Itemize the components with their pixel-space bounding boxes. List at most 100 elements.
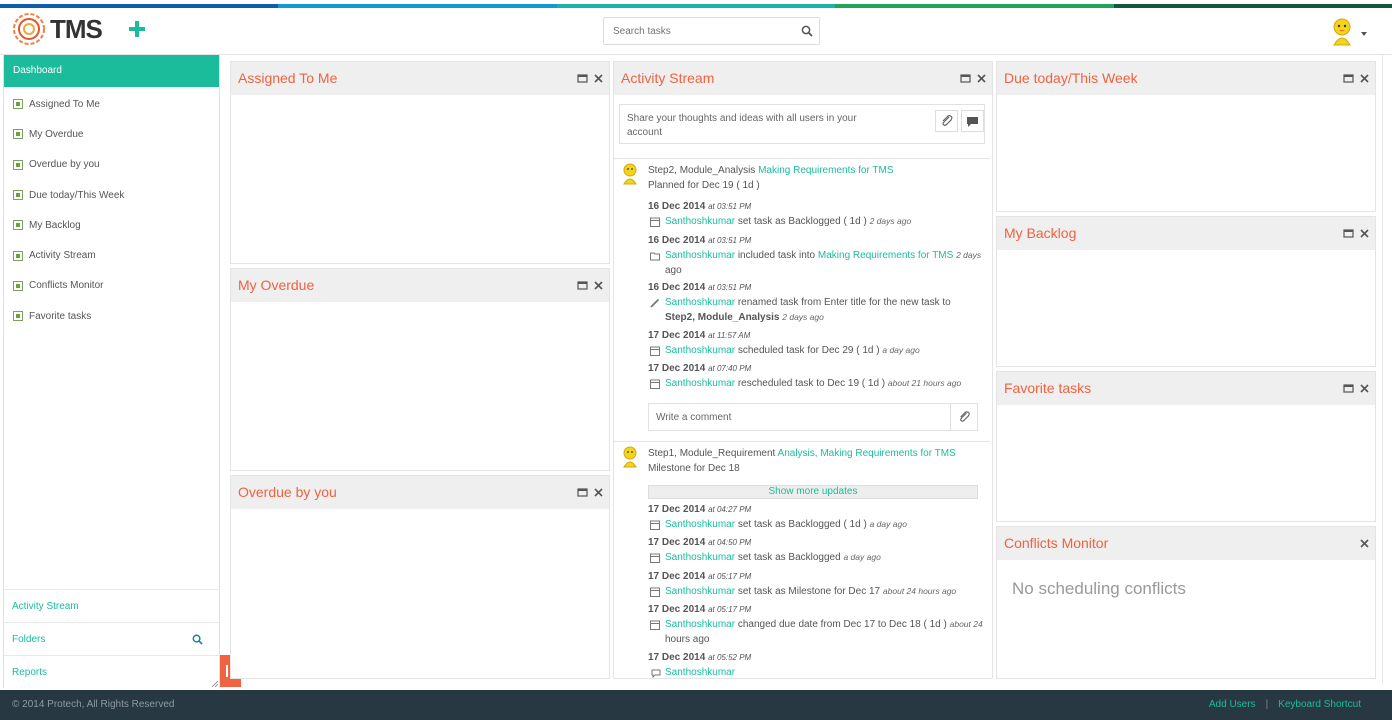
sidebar-item-activity-stream[interactable]: Activity Stream (4, 240, 219, 270)
entry-bold: Step2, Module_Analysis (665, 312, 780, 323)
calendar-icon (650, 217, 660, 227)
show-more-updates-button[interactable]: Show more updates (648, 485, 978, 499)
entry-date: 17 Dec 2014 at 05:17 PM (648, 604, 751, 615)
user-link[interactable]: Santhoshkumar (665, 586, 735, 597)
checkbox-icon[interactable] (13, 129, 23, 140)
keyboard-shortcut-link[interactable]: Keyboard Shortcut (1278, 699, 1361, 710)
project-link[interactable]: Analysis, (778, 448, 818, 459)
user-link[interactable]: Santhoshkumar (665, 519, 735, 530)
entry-line: Santhoshkumar set task as Backlogged ( 1… (665, 216, 911, 227)
panel-title: Assigned To Me (238, 70, 338, 86)
close-icon[interactable] (1359, 73, 1370, 84)
empty-state-text: No scheduling conflicts (1012, 579, 1186, 598)
checkbox-icon[interactable] (13, 190, 23, 201)
entry-line: Santhoshkumar renamed task from Enter ti… (665, 297, 951, 308)
sidebar-item-label: Due today/This Week (29, 189, 125, 201)
resize-handle-icon[interactable] (212, 681, 218, 687)
post-comment-button[interactable] (961, 110, 984, 132)
comment-input[interactable]: Write a comment (648, 403, 978, 431)
sidebar-item-label: Activity Stream (29, 250, 96, 262)
reports-link[interactable]: Reports (4, 655, 219, 688)
user-avatar[interactable] (1328, 17, 1356, 47)
add-task-icon[interactable] (128, 20, 146, 38)
entry-date: 17 Dec 2014 at 04:27 PM (648, 504, 751, 515)
entry-line: Santhoshkumar scheduled task for Dec 29 … (665, 345, 920, 356)
panel-due-today: Due today/This Week (996, 61, 1376, 212)
close-icon[interactable] (1359, 383, 1370, 394)
user-link[interactable]: Santhoshkumar (665, 297, 735, 308)
checkbox-icon[interactable] (13, 311, 23, 322)
folder-icon (650, 252, 660, 261)
project-link[interactable]: Making Requirements for TMS (818, 250, 953, 261)
share-input[interactable]: Share your thoughts and ideas with all u… (619, 104, 985, 144)
user-link[interactable]: Santhoshkumar (665, 250, 735, 261)
maximize-icon[interactable] (1343, 228, 1354, 239)
panel-assigned-to-me: Assigned To Me (230, 61, 610, 264)
user-link[interactable]: Santhoshkumar (665, 345, 735, 356)
sidebar-item-overdue-by-you[interactable]: Overdue by you (4, 150, 219, 180)
maximize-icon[interactable] (960, 73, 971, 84)
entry-date: 16 Dec 2014 at 03:51 PM (648, 201, 751, 212)
entry-when: a day ago (869, 519, 907, 529)
search-icon[interactable] (801, 25, 813, 37)
close-icon[interactable] (1359, 228, 1370, 239)
scrollbar[interactable] (1382, 55, 1388, 685)
panel-title: Favorite tasks (1004, 380, 1092, 396)
folders-link[interactable]: Folders (4, 622, 219, 655)
sidebar-item-my-overdue[interactable]: My Overdue (4, 119, 219, 149)
user-menu-caret-icon[interactable] (1361, 32, 1367, 36)
close-icon[interactable] (1359, 538, 1370, 549)
maximize-icon[interactable] (577, 73, 588, 84)
checkbox-icon[interactable] (13, 220, 23, 231)
panel-title: Overdue by you (238, 484, 337, 500)
logo[interactable]: TMS (12, 12, 103, 46)
user-link[interactable]: Santhoshkumar (665, 378, 735, 389)
brand-name: TMS (50, 13, 103, 44)
checkbox-icon[interactable] (13, 280, 23, 291)
sidebar-item-dashboard[interactable]: Dashboard (4, 55, 219, 87)
entry-line: Santhoshkumar changed due date from Dec … (665, 619, 983, 630)
task-plan: Milestone for Dec 18 (648, 463, 740, 474)
user-link[interactable]: Santhoshkumar (665, 216, 735, 227)
add-users-link[interactable]: Add Users (1209, 699, 1256, 710)
close-icon[interactable] (593, 73, 604, 84)
sidebar-item-due-today[interactable]: Due today/This Week (4, 180, 219, 210)
project-link[interactable]: Making Requirements for TMS (820, 448, 955, 459)
maximize-icon[interactable] (577, 280, 588, 291)
maximize-icon[interactable] (577, 487, 588, 498)
entry-date-text: 16 Dec 2014 (648, 282, 706, 293)
close-icon[interactable] (976, 73, 987, 84)
divider (614, 158, 990, 159)
checkbox-icon[interactable] (13, 159, 23, 170)
entry-when: about 21 hours ago (887, 378, 962, 388)
entry-time: at 11:57 AM (708, 331, 751, 340)
user-link[interactable]: Santhoshkumar (665, 667, 735, 678)
sidebar-item-favorite-tasks[interactable]: Favorite tasks (4, 301, 219, 331)
folder-search-icon[interactable] (192, 634, 203, 645)
entry-date-text: 16 Dec 2014 (648, 235, 706, 246)
paperclip-icon[interactable] (950, 404, 977, 430)
maximize-icon[interactable] (1343, 73, 1354, 84)
sidebar-item-label: My Overdue (29, 128, 84, 140)
task-name: Step1, Module_Requirement (648, 448, 776, 459)
sidebar-item-my-backlog[interactable]: My Backlog (4, 210, 219, 240)
search-input[interactable] (604, 18, 784, 44)
attach-button[interactable] (935, 110, 958, 132)
checkbox-icon[interactable] (13, 250, 23, 261)
close-icon[interactable] (593, 280, 604, 291)
entry-time: at 07:40 PM (708, 364, 752, 373)
user-link[interactable]: Santhoshkumar (665, 619, 735, 630)
calendar-icon (650, 620, 660, 630)
entry-line: Santhoshkumar set task as Backlogged ( 1… (665, 519, 907, 530)
sidebar-item-conflicts-monitor[interactable]: Conflicts Monitor (4, 271, 219, 301)
entry-time: at 03:51 PM (708, 236, 752, 245)
checkbox-icon[interactable] (13, 99, 23, 110)
panel-header: Favorite tasks (997, 372, 1375, 405)
activity-stream-link[interactable]: Activity Stream (4, 589, 219, 622)
user-link[interactable]: Santhoshkumar (665, 552, 735, 563)
sidebar: Dashboard Assigned To Me My Overdue Over… (3, 55, 220, 688)
project-link[interactable]: Making Requirements for TMS (758, 165, 893, 176)
close-icon[interactable] (593, 487, 604, 498)
maximize-icon[interactable] (1343, 383, 1354, 394)
sidebar-item-assigned-to-me[interactable]: Assigned To Me (4, 89, 219, 119)
